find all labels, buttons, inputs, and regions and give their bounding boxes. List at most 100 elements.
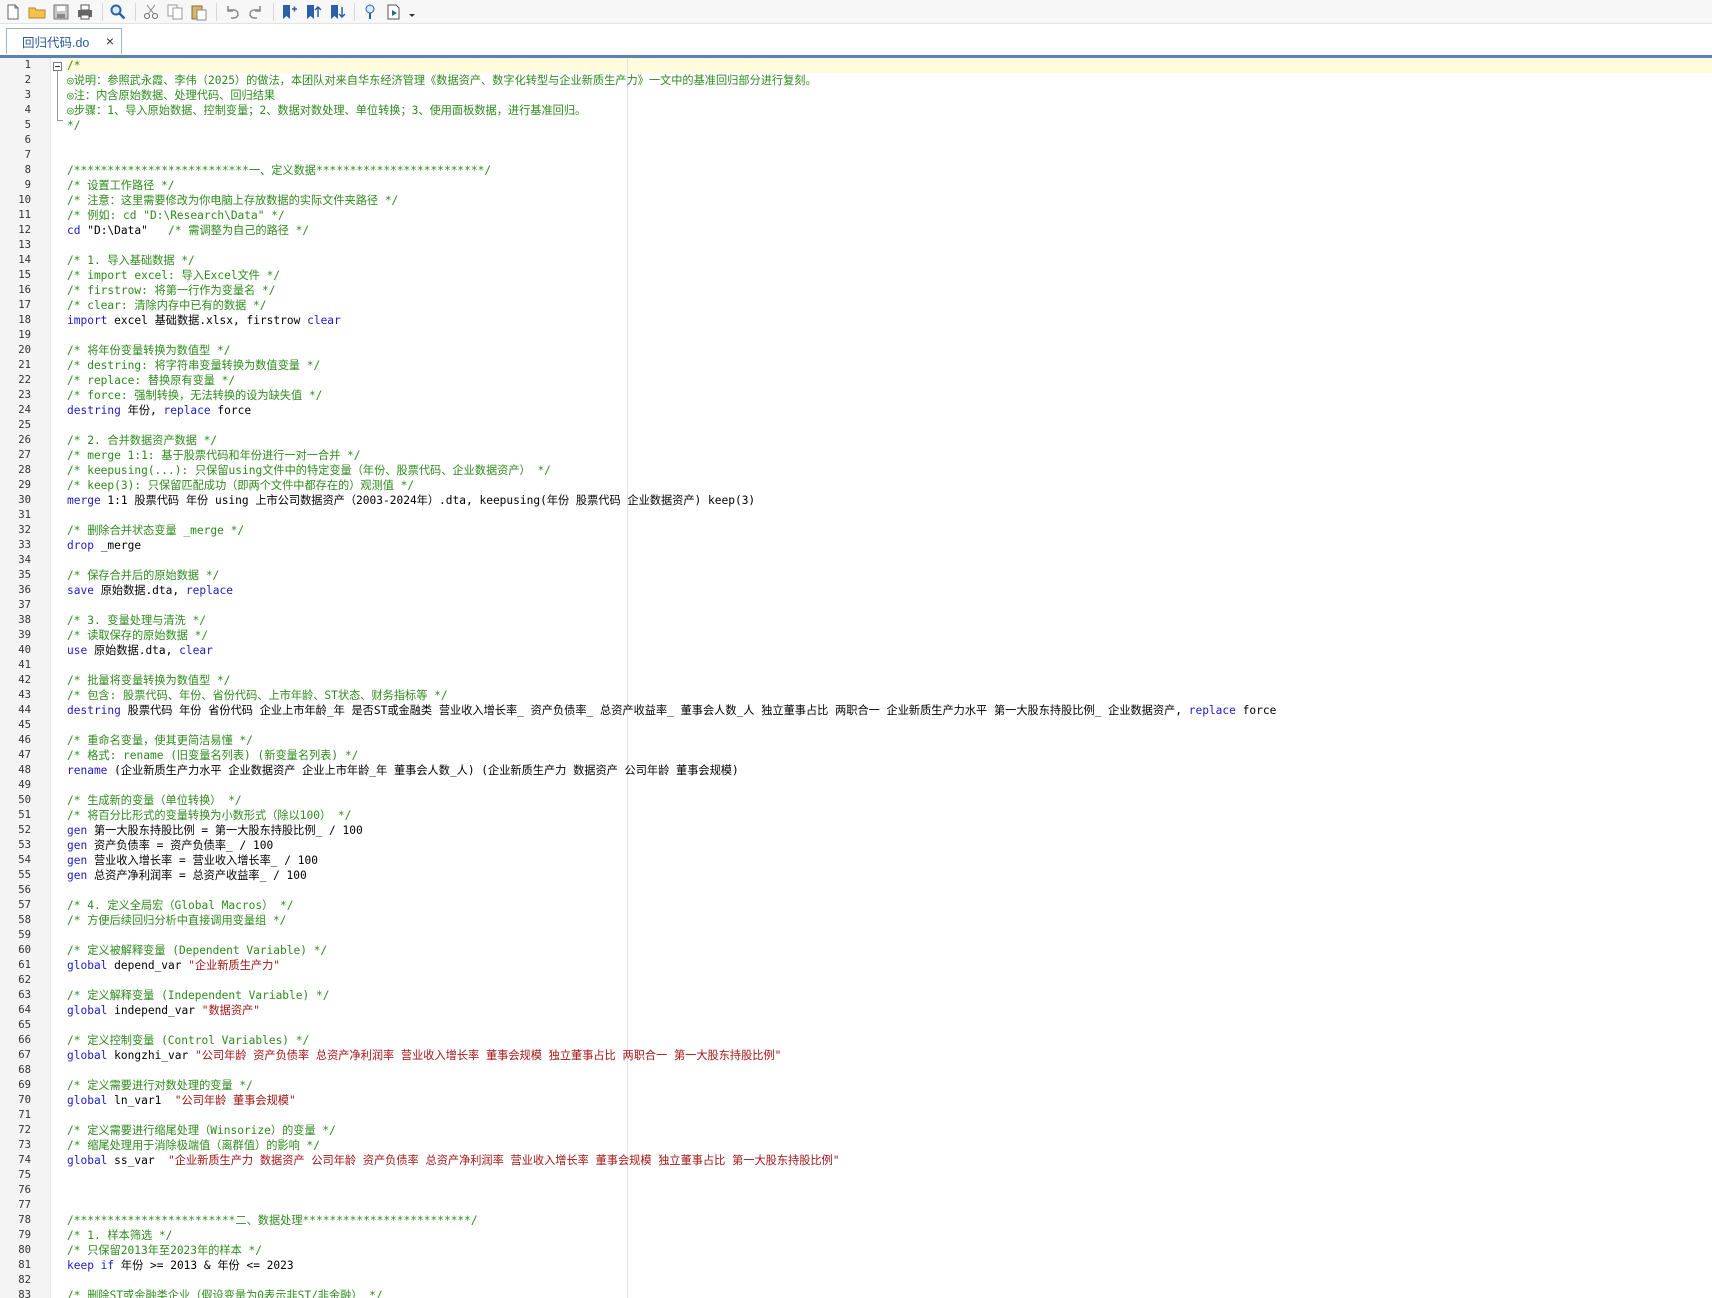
code-line[interactable]: 65 [0, 1018, 1712, 1033]
code-line[interactable]: 56 [0, 883, 1712, 898]
code-line[interactable]: 17 /* clear: 清除内存中已有的数据 */ [0, 298, 1712, 313]
code-line[interactable]: 23 /* force: 强制转换，无法转换的设为缺失值 */ [0, 388, 1712, 403]
code-line[interactable]: 9 /* 设置工作路径 */ [0, 178, 1712, 193]
code-line[interactable]: 58 /* 方便后续回归分析中直接调用变量组 */ [0, 913, 1712, 928]
code-line[interactable]: 48 rename (企业新质生产力水平 企业数据资产 企业上市年龄_年 董事会人… [0, 763, 1712, 778]
code-line[interactable]: 10 /* 注意：这里需要修改为你电脑上存放数据的实际文件夹路径 */ [0, 193, 1712, 208]
code-line[interactable]: 80 /* 只保留2013年至2023年的样本 */ [0, 1243, 1712, 1258]
code-line[interactable]: 22 /* replace: 替换原有变量 */ [0, 373, 1712, 388]
code-line[interactable]: 67 global kongzhi_var "公司年龄 资产负债率 总资产净利润率… [0, 1048, 1712, 1063]
code-line[interactable]: 61 global depend_var "企业新质生产力" [0, 958, 1712, 973]
code-line[interactable]: 62 [0, 973, 1712, 988]
show-hints-icon[interactable] [359, 1, 381, 23]
code-line[interactable]: 38 /* 3. 变量处理与清洗 */ [0, 613, 1712, 628]
code-line[interactable]: 52 gen 第一大股东持股比例 = 第一大股东持股比例_ / 100 [0, 823, 1712, 838]
code-editor[interactable]: 1 /* 2 ◎说明：参照武永霞、李伟（2025）的做法，本团队对来自华东经济管理《数… [0, 58, 1712, 1298]
code-line[interactable]: 51 /* 将百分比形式的变量转换为小数形式（除以100） */ [0, 808, 1712, 823]
code-line[interactable]: 37 [0, 598, 1712, 613]
code-line[interactable]: 53 gen 资产负债率 = 资产负债率_ / 100 [0, 838, 1712, 853]
code-line[interactable]: 7 [0, 148, 1712, 163]
save-icon[interactable] [50, 1, 72, 23]
previous-bookmark-icon[interactable] [302, 1, 324, 23]
code-line[interactable]: 68 [0, 1063, 1712, 1078]
new-file-icon[interactable] [2, 1, 24, 23]
code-line[interactable]: 54 gen 营业收入增长率 = 营业收入增长率_ / 100 [0, 853, 1712, 868]
code-line[interactable]: 50 /* 生成新的变量（单位转换） */ [0, 793, 1712, 808]
code-line[interactable]: 27 /* merge 1:1: 基于股票代码和年份进行一对一合并 */ [0, 448, 1712, 463]
code-line[interactable]: 64 global independ_var "数据资产" [0, 1003, 1712, 1018]
execute-dropdown-icon[interactable] [407, 1, 417, 23]
code-line[interactable]: 57 /* 4. 定义全局宏（Global Macros） */ [0, 898, 1712, 913]
code-line[interactable]: 39 /* 读取保存的原始数据 */ [0, 628, 1712, 643]
code-line[interactable]: 76 [0, 1183, 1712, 1198]
code-line[interactable]: 8 /**************************一、定义数据******… [0, 163, 1712, 178]
code-line[interactable]: 41 [0, 658, 1712, 673]
code-line[interactable]: 11 /* 例如: cd "D:\Research\Data" */ [0, 208, 1712, 223]
tab-do-file[interactable]: 回归代码.do × [6, 28, 122, 54]
code-line[interactable]: 25 [0, 418, 1712, 433]
code-line[interactable]: 16 /* firstrow: 将第一行作为变量名 */ [0, 283, 1712, 298]
code-line[interactable]: 36 save 原始数据.dta, replace [0, 583, 1712, 598]
code-line[interactable]: 43 /* 包含: 股票代码、年份、省份代码、上市年龄、ST状态、财务指标等 */ [0, 688, 1712, 703]
code-line[interactable]: 6 [0, 133, 1712, 148]
open-folder-icon[interactable] [26, 1, 48, 23]
cut-icon[interactable] [140, 1, 162, 23]
code-line[interactable]: 42 /* 批量将变量转换为数值型 */ [0, 673, 1712, 688]
code-line[interactable]: 30 merge 1:1 股票代码 年份 using 上市公司数据资产（2003-… [0, 493, 1712, 508]
undo-icon[interactable] [221, 1, 243, 23]
paste-icon[interactable] [188, 1, 210, 23]
code-line[interactable]: 28 /* keepusing(...): 只保留using文件中的特定变量（年份… [0, 463, 1712, 478]
code-line[interactable]: 47 /* 格式: rename (旧变量名列表) (新变量名列表) */ [0, 748, 1712, 763]
redo-icon[interactable] [245, 1, 267, 23]
code-line[interactable]: 45 [0, 718, 1712, 733]
code-line[interactable]: 2 ◎说明：参照武永霞、李伟（2025）的做法，本团队对来自华东经济管理《数据资产… [0, 73, 1712, 88]
code-line[interactable]: 73 /* 缩尾处理用于消除极端值（离群值）的影响 */ [0, 1138, 1712, 1153]
code-line[interactable]: 26 /* 2. 合并数据资产数据 */ [0, 433, 1712, 448]
next-bookmark-icon[interactable] [326, 1, 348, 23]
code-line[interactable]: 72 /* 定义需要进行缩尾处理（Winsorize）的变量 */ [0, 1123, 1712, 1138]
close-icon[interactable]: × [103, 33, 117, 49]
code-line[interactable]: 35 /* 保存合并后的原始数据 */ [0, 568, 1712, 583]
code-line[interactable]: 69 /* 定义需要进行对数处理的变量 */ [0, 1078, 1712, 1093]
code-line[interactable]: 78 /************************二、数据处理*******… [0, 1213, 1712, 1228]
code-line[interactable]: 70 global ln_var1 "公司年龄 董事会规模" [0, 1093, 1712, 1108]
code-line[interactable]: 13 [0, 238, 1712, 253]
code-line[interactable]: 3 ◎注：内含原始数据、处理代码、回归结果 [0, 88, 1712, 103]
code-line[interactable]: 49 [0, 778, 1712, 793]
code-line[interactable]: 59 [0, 928, 1712, 943]
code-line[interactable]: 44 destring 股票代码 年份 省份代码 企业上市年龄_年 是否ST或金融… [0, 703, 1712, 718]
toggle-bookmark-icon[interactable] [278, 1, 300, 23]
code-line[interactable]: 31 [0, 508, 1712, 523]
copy-icon[interactable] [164, 1, 186, 23]
code-line[interactable]: 34 [0, 553, 1712, 568]
code-line[interactable]: 24 destring 年份, replace force [0, 403, 1712, 418]
print-icon[interactable] [74, 1, 96, 23]
code-line[interactable]: 4 ◎步骤：1、导入原始数据、控制变量；2、数据对数处理、单位转换；3、使用面板数… [0, 103, 1712, 118]
find-icon[interactable] [107, 1, 129, 23]
code-line[interactable]: 55 gen 总资产净利润率 = 总资产收益率_ / 100 [0, 868, 1712, 883]
code-line[interactable]: 29 /* keep(3): 只保留匹配成功（即两个文件中都存在的）观测值 */ [0, 478, 1712, 493]
code-line[interactable]: 12 cd "D:\Data" /* 需调整为自己的路径 */ [0, 223, 1712, 238]
code-line[interactable]: 79 /* 1. 样本筛选 */ [0, 1228, 1712, 1243]
code-line[interactable]: 15 /* import excel: 导入Excel文件 */ [0, 268, 1712, 283]
code-line[interactable]: 75 [0, 1168, 1712, 1183]
code-line[interactable]: 5 */ [0, 118, 1712, 133]
code-line[interactable]: 19 [0, 328, 1712, 343]
code-line[interactable]: 60 /* 定义被解释变量 (Dependent Variable) */ [0, 943, 1712, 958]
code-line[interactable]: 71 [0, 1108, 1712, 1123]
code-line[interactable]: 20 /* 将年份变量转换为数值型 */ [0, 343, 1712, 358]
code-line[interactable]: 14 /* 1. 导入基础数据 */ [0, 253, 1712, 268]
code-line[interactable]: 40 use 原始数据.dta, clear [0, 643, 1712, 658]
code-line[interactable]: 1 /* [0, 58, 1712, 73]
code-line[interactable]: 63 /* 定义解释变量 (Independent Variable) */ [0, 988, 1712, 1003]
code-line[interactable]: 33 drop _merge [0, 538, 1712, 553]
execute-do-icon[interactable] [383, 1, 405, 23]
code-line[interactable]: 21 /* destring: 将字符串变量转换为数值变量 */ [0, 358, 1712, 373]
code-line[interactable]: 81 keep if 年份 >= 2013 & 年份 <= 2023 [0, 1258, 1712, 1273]
code-line[interactable]: 83 /* 删除ST或金融类企业（假设变量为0表示非ST/非金融） */ [0, 1288, 1712, 1298]
code-line[interactable]: 18 import excel 基础数据.xlsx, firstrow clear [0, 313, 1712, 328]
code-line[interactable]: 66 /* 定义控制变量 (Control Variables) */ [0, 1033, 1712, 1048]
code-line[interactable]: 74 global ss_var "企业新质生产力 数据资产 公司年龄 资产负债率… [0, 1153, 1712, 1168]
code-line[interactable]: 46 /* 重命名变量，使其更简洁易懂 */ [0, 733, 1712, 748]
code-line[interactable]: 32 /* 删除合并状态变量 _merge */ [0, 523, 1712, 538]
